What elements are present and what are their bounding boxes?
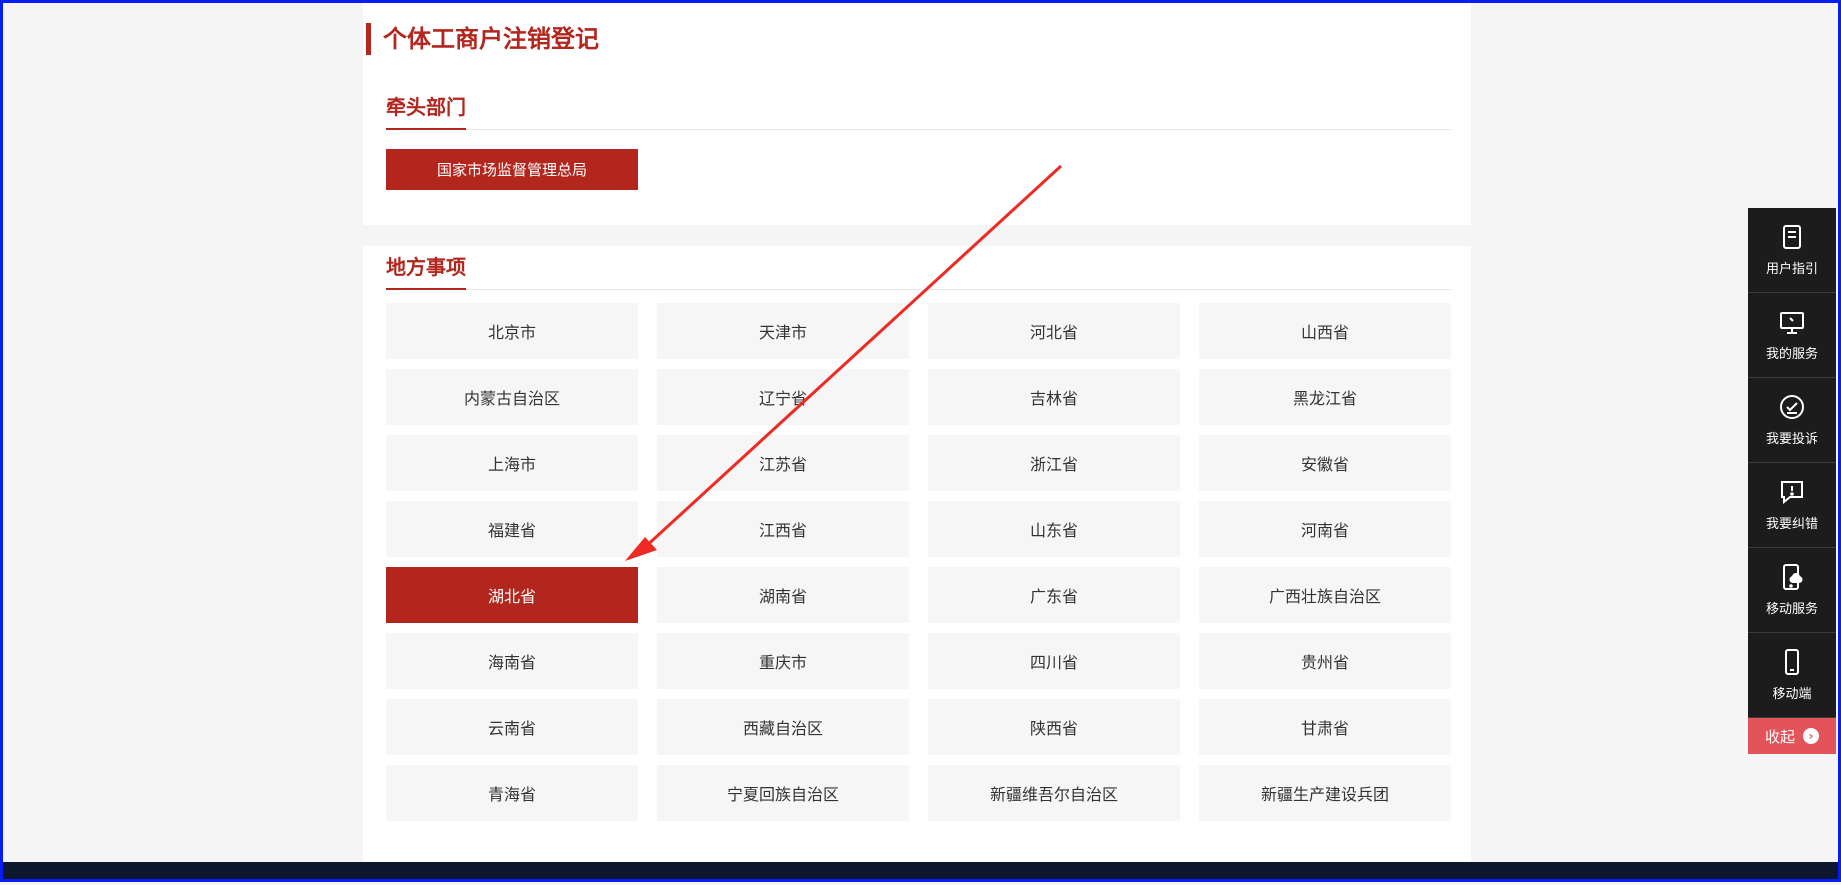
guide-icon bbox=[1783, 225, 1801, 249]
complaint-icon bbox=[1780, 395, 1804, 419]
local-items-heading: 地方事项 bbox=[386, 249, 466, 290]
region-item[interactable]: 广西壮族自治区 bbox=[1199, 567, 1451, 623]
sidebar-item-label: 我要投诉 bbox=[1765, 432, 1818, 447]
region-item[interactable]: 新疆维吾尔自治区 bbox=[928, 765, 1180, 821]
region-item[interactable]: 湖北省 bbox=[386, 567, 638, 623]
sidebar-item-label: 移动端 bbox=[1772, 687, 1812, 702]
region-item[interactable]: 河北省 bbox=[928, 303, 1180, 359]
region-item[interactable]: 上海市 bbox=[386, 435, 638, 491]
region-item[interactable]: 江苏省 bbox=[657, 435, 909, 491]
region-item[interactable]: 吉林省 bbox=[928, 369, 1180, 425]
region-item[interactable]: 甘肃省 bbox=[1199, 699, 1451, 755]
region-item[interactable]: 重庆市 bbox=[657, 633, 909, 689]
page-title: 个体工商户注销登记 bbox=[366, 23, 599, 55]
region-item[interactable]: 辽宁省 bbox=[657, 369, 909, 425]
floating-sidebar: 用户指引 我的服务 我要投诉 我要纠错 移动服务 移动端 收起 › bbox=[1748, 208, 1836, 754]
region-item[interactable]: 青海省 bbox=[386, 765, 638, 821]
region-item[interactable]: 北京市 bbox=[386, 303, 638, 359]
sidebar-item-mobile-services[interactable]: 移动服务 bbox=[1748, 548, 1836, 633]
region-item[interactable]: 海南省 bbox=[386, 633, 638, 689]
sidebar-item-label: 移动服务 bbox=[1765, 602, 1818, 617]
region-item[interactable]: 河南省 bbox=[1199, 501, 1451, 557]
region-item[interactable]: 黑龙江省 bbox=[1199, 369, 1451, 425]
department-button[interactable]: 国家市场监督管理总局 bbox=[386, 149, 638, 190]
arrow-right-circle-icon: › bbox=[1803, 728, 1819, 744]
mobile-cloud-icon bbox=[1783, 564, 1803, 590]
region-item[interactable]: 湖南省 bbox=[657, 567, 909, 623]
sidebar-item-label: 用户指引 bbox=[1765, 262, 1818, 277]
region-item[interactable]: 广东省 bbox=[928, 567, 1180, 623]
region-item[interactable]: 江西省 bbox=[657, 501, 909, 557]
region-item[interactable]: 山东省 bbox=[928, 501, 1180, 557]
sidebar-item-mobile-app[interactable]: 移动端 bbox=[1748, 633, 1836, 718]
region-item[interactable]: 新疆生产建设兵团 bbox=[1199, 765, 1451, 821]
sidebar-item-correction[interactable]: 我要纠错 bbox=[1748, 463, 1836, 548]
region-item[interactable]: 山西省 bbox=[1199, 303, 1451, 359]
sidebar-item-user-guide[interactable]: 用户指引 bbox=[1748, 208, 1836, 293]
region-item[interactable]: 宁夏回族自治区 bbox=[657, 765, 909, 821]
sidebar-item-label: 我的服务 bbox=[1765, 347, 1818, 362]
region-item[interactable]: 浙江省 bbox=[928, 435, 1180, 491]
local-items-card: 地方事项 北京市 天津市 河北省 山西省内蒙古自治区 辽宁省 吉林省 黑龙江省上海市 江苏省浙… bbox=[363, 246, 1471, 866]
lead-department-card: 个体工商户注销登记 牵头部门 国家市场监督管理总局 bbox=[363, 3, 1471, 225]
collapse-label: 收起 bbox=[1764, 727, 1795, 746]
lead-department-heading: 牵头部门 bbox=[386, 89, 466, 130]
local-items-header: 地方事项 bbox=[386, 249, 1451, 290]
footer-bar bbox=[3, 862, 1838, 879]
region-grid: 北京市 天津市 河北省 山西省内蒙古自治区 辽宁省 吉林省 黑龙江省上海市 江苏省 浙江省 安徽省… bbox=[386, 303, 1451, 821]
region-item[interactable]: 天津市 bbox=[657, 303, 909, 359]
phone-icon bbox=[1785, 649, 1799, 675]
region-item[interactable]: 云南省 bbox=[386, 699, 638, 755]
sidebar-item-label: 我要纠错 bbox=[1765, 517, 1818, 532]
monitor-icon bbox=[1780, 312, 1804, 334]
lead-department-header: 牵头部门 bbox=[386, 89, 1451, 130]
region-item[interactable]: 福建省 bbox=[386, 501, 638, 557]
correction-icon bbox=[1781, 481, 1803, 505]
region-item[interactable]: 安徽省 bbox=[1199, 435, 1451, 491]
collapse-button[interactable]: 收起 › bbox=[1748, 718, 1836, 754]
sidebar-item-complaint[interactable]: 我要投诉 bbox=[1748, 378, 1836, 463]
sidebar-item-my-services[interactable]: 我的服务 bbox=[1748, 293, 1836, 378]
region-item[interactable]: 贵州省 bbox=[1199, 633, 1451, 689]
region-item[interactable]: 内蒙古自治区 bbox=[386, 369, 638, 425]
region-item[interactable]: 陕西省 bbox=[928, 699, 1180, 755]
region-item[interactable]: 四川省 bbox=[928, 633, 1180, 689]
region-item[interactable]: 西藏自治区 bbox=[657, 699, 909, 755]
